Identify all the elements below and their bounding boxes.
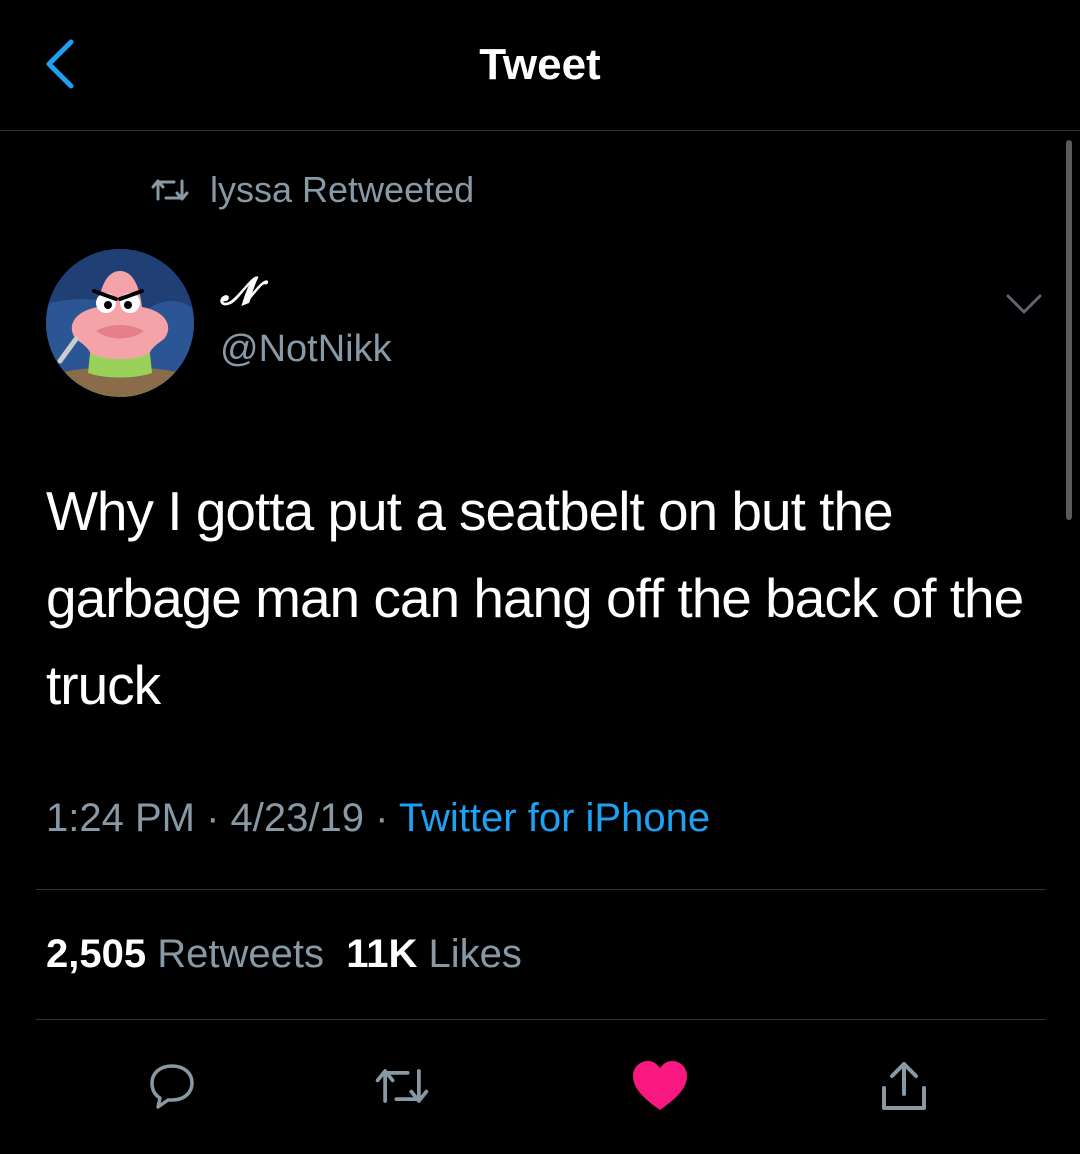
chevron-down-icon <box>1006 294 1042 314</box>
tweet-date: 4/23/19 <box>230 796 364 840</box>
meta-separator: · <box>363 796 399 840</box>
retweet-icon <box>150 177 190 203</box>
divider <box>36 889 1046 890</box>
tweet-time: 1:24 PM <box>46 796 195 840</box>
tweet-meta: 1:24 PM · 4/23/19 · Twitter for iPhone <box>46 796 710 841</box>
retweet-button[interactable] <box>372 1056 432 1116</box>
avatar[interactable] <box>46 249 194 397</box>
author-handle[interactable]: @NotNikk <box>220 328 392 371</box>
reply-icon <box>150 1064 194 1109</box>
retweet-context[interactable]: lyssa Retweeted <box>150 168 474 212</box>
share-icon <box>882 1062 926 1110</box>
reply-button[interactable] <box>142 1056 202 1116</box>
divider <box>36 1019 1046 1020</box>
tweet-source-link[interactable]: Twitter for iPhone <box>399 796 710 840</box>
meta-separator: · <box>194 796 231 840</box>
page-title: Tweet <box>479 40 601 89</box>
tweet-stats: 2,505 Retweets 11K Likes <box>46 932 522 977</box>
heart-icon <box>633 1061 687 1110</box>
retweets-count: 2,505 <box>46 932 147 976</box>
top-nav-bar: Tweet <box>0 0 1080 131</box>
like-button[interactable] <box>630 1056 690 1116</box>
retweet-context-label: lyssa Retweeted <box>210 169 475 210</box>
patrick-star-avatar <box>46 249 194 397</box>
likes-stat[interactable]: 11K Likes <box>346 932 522 976</box>
retweets-stat[interactable]: 2,505 Retweets <box>46 932 324 976</box>
likes-count: 11K <box>346 932 418 976</box>
share-button[interactable] <box>874 1056 934 1116</box>
retweet-icon <box>375 1069 429 1103</box>
scrollbar[interactable] <box>1066 140 1072 520</box>
likes-label: Likes <box>428 932 522 976</box>
retweets-label: Retweets <box>157 932 324 976</box>
tweet-text: Why I gotta put a seatbelt on but the ga… <box>46 480 1024 716</box>
more-options-button[interactable] <box>996 284 1052 324</box>
author-display-name[interactable]: 𝓝 <box>220 268 256 314</box>
